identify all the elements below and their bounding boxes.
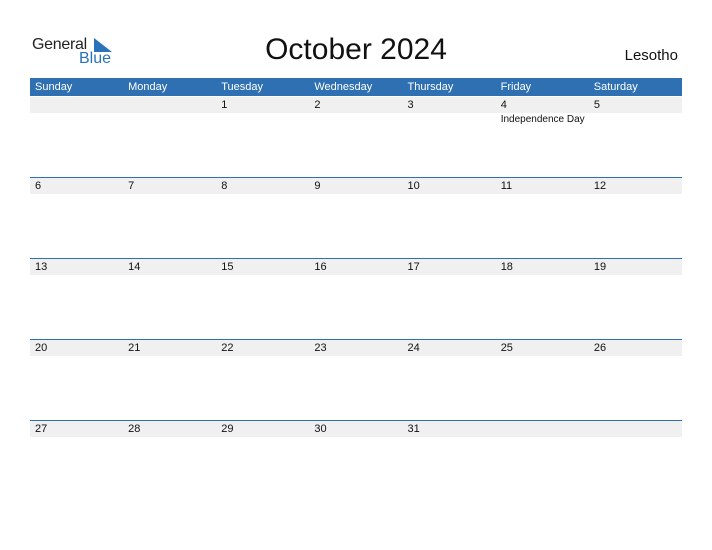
day-number: 2	[314, 99, 321, 111]
day-number: 23	[314, 342, 327, 354]
day-number: 12	[593, 180, 607, 192]
day-number: 24	[407, 342, 420, 354]
day-number: 11	[500, 180, 513, 192]
day-cell: 1	[216, 97, 309, 178]
weekday-sunday: Sunday	[35, 81, 73, 93]
day-number: 20	[35, 342, 48, 354]
day-number: 21	[128, 342, 141, 354]
day-cell	[123, 97, 216, 178]
day-cell: 8	[216, 178, 309, 259]
day-cell: 3	[403, 97, 496, 178]
day-cell: 27	[30, 421, 123, 502]
day-cell: 10	[403, 178, 496, 259]
day-cell: 17	[403, 259, 496, 340]
day-cell: 22	[216, 340, 309, 421]
day-number: 17	[407, 261, 420, 273]
country-label: Lesotho	[624, 47, 678, 64]
day-cell: 21	[123, 340, 216, 421]
day-cell: 24	[403, 340, 496, 421]
day-cell: 15	[216, 259, 309, 340]
weekday-friday: Friday	[500, 81, 532, 93]
day-number: 18	[500, 261, 513, 273]
day-cell: 23	[309, 340, 402, 421]
day-cell: 14	[123, 259, 216, 340]
day-number: 3	[407, 99, 414, 111]
day-number: 6	[35, 180, 42, 192]
day-cell: 16	[309, 259, 402, 340]
day-number: 14	[128, 261, 141, 273]
day-cell	[496, 421, 589, 502]
day-number: 15	[221, 261, 234, 273]
day-number: 13	[35, 261, 48, 273]
day-number: 9	[314, 180, 321, 192]
day-cell: 25	[496, 340, 589, 421]
day-cell: 9	[309, 178, 402, 259]
day-number: 10	[407, 180, 420, 192]
day-cell: 31	[403, 421, 496, 502]
day-cell: 30	[309, 421, 402, 502]
day-cell: 11	[496, 178, 589, 259]
day-number: 1	[221, 99, 228, 111]
calendar-title: October 2024	[265, 33, 447, 66]
weekday-tuesday: Tuesday	[221, 81, 264, 93]
week-row: 27 28 29 30 31	[30, 420, 682, 502]
day-number: 4	[500, 99, 507, 111]
weekday-wednesday: Wednesday	[314, 81, 373, 93]
day-cell	[30, 97, 123, 178]
day-number: 26	[593, 342, 607, 354]
week-row: 20 21 22 23 24 25 26	[30, 339, 682, 421]
day-cell: 6	[30, 178, 123, 259]
week-row: 13 14 15 16 17 18 19	[30, 258, 682, 340]
day-cell: 18	[496, 259, 589, 340]
day-number: 27	[35, 423, 48, 435]
day-number: 22	[221, 342, 234, 354]
weekday-saturday: Saturday	[593, 81, 638, 93]
day-cell: 28	[123, 421, 216, 502]
day-number: 25	[500, 342, 513, 354]
weekday-header: Sunday Monday Tuesday Wednesday Thursday…	[30, 78, 682, 96]
week-row: 6 7 8 9 10 11 12	[30, 177, 682, 259]
day-number: 19	[593, 261, 607, 273]
day-number: 7	[128, 180, 135, 192]
weekday-thursday: Thursday	[407, 81, 454, 93]
day-cell: 12	[589, 178, 682, 259]
day-cell: 19	[589, 259, 682, 340]
day-number: 8	[221, 180, 228, 192]
day-number: 31	[407, 423, 420, 435]
day-cell: 2	[309, 97, 402, 178]
day-cell: 13	[30, 259, 123, 340]
weekday-monday: Monday	[128, 81, 168, 93]
day-number: 16	[314, 261, 327, 273]
day-number: 5	[593, 99, 600, 111]
day-cell: 4 Independence Day	[496, 97, 589, 178]
holiday-label: Independence Day	[500, 114, 585, 125]
day-number: 28	[128, 423, 141, 435]
day-cell: 29	[216, 421, 309, 502]
day-number: 29	[221, 423, 234, 435]
day-cell	[589, 421, 682, 502]
day-cell: 5	[589, 97, 682, 178]
day-number: 30	[314, 423, 327, 435]
day-cell: 26	[589, 340, 682, 421]
day-cell: 20	[30, 340, 123, 421]
day-cell: 7	[123, 178, 216, 259]
week-row: 1 2 3 4 Independence Day 5	[30, 97, 682, 178]
